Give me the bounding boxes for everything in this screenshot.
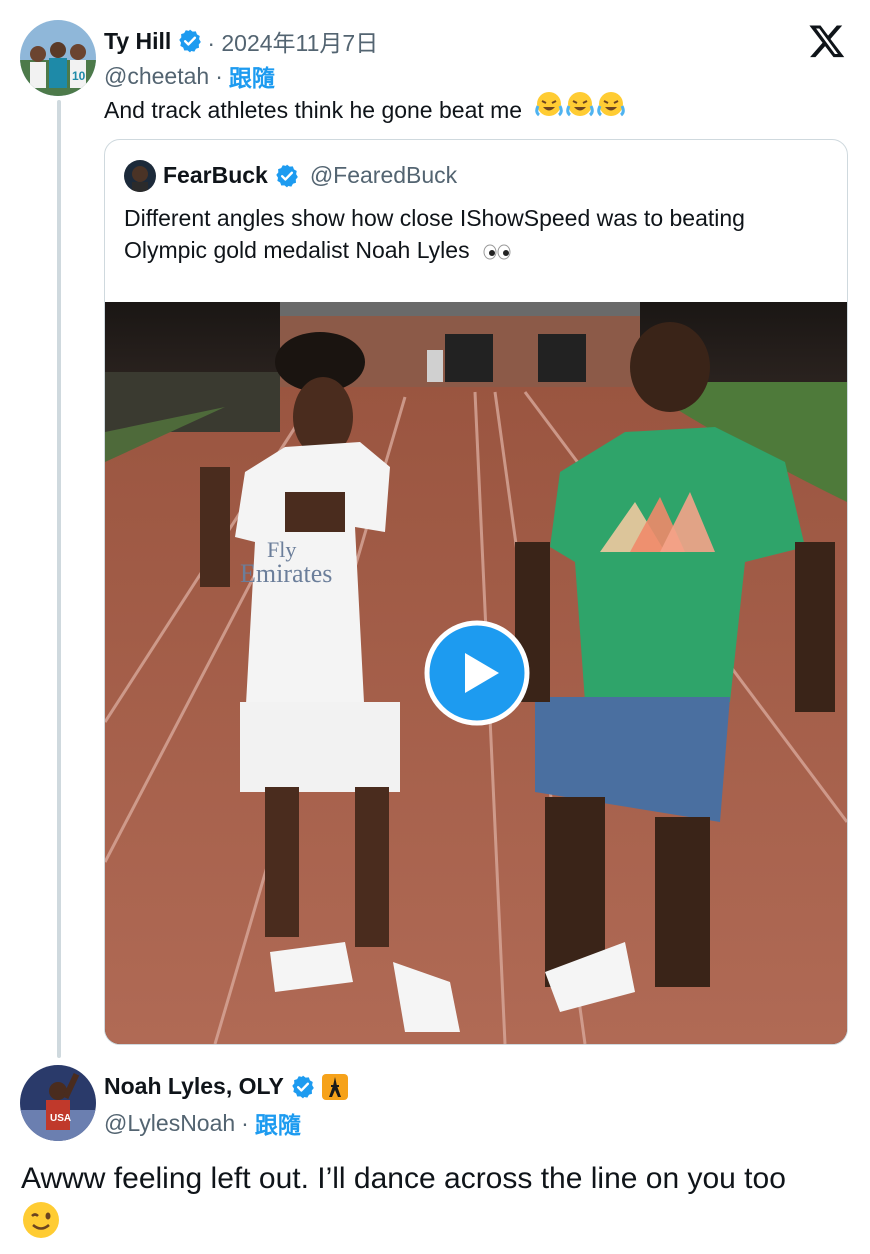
- verified-badge-icon: [290, 1074, 316, 1100]
- tweet-text: Awww feeling left out. I’ll dance across…: [21, 1162, 786, 1195]
- quote-author-handle[interactable]: @FearedBuck: [310, 162, 457, 189]
- tweet2-header: Noah Lyles, OLY: [104, 1073, 348, 1100]
- tweet1-body: And track athletes think he gone beat me: [104, 90, 627, 124]
- tweet2-handle-row: @LylesNoah · 跟隨: [104, 1106, 301, 1140]
- author-handle[interactable]: @LylesNoah: [104, 1110, 235, 1137]
- video-player[interactable]: Fly Emirates: [105, 302, 847, 1044]
- tweet1-header: Ty Hill · 2024年11月7日: [104, 24, 378, 58]
- quote-author-name[interactable]: FearBuck: [163, 162, 268, 189]
- play-icon: [424, 620, 530, 726]
- separator-dot: ·: [215, 62, 223, 89]
- author-name[interactable]: Noah Lyles, OLY: [104, 1073, 284, 1100]
- eiffel-tower-badge-icon: [321, 1073, 348, 1100]
- winking-face-icon: [21, 1200, 61, 1250]
- tweet-date[interactable]: · 2024年11月7日: [207, 24, 378, 58]
- x-logo-icon[interactable]: [808, 22, 846, 60]
- author-name[interactable]: Ty Hill: [104, 28, 171, 55]
- svg-text:10: 10: [72, 69, 86, 83]
- tweet2-body: Awww feeling left out. I’ll dance across…: [21, 1160, 851, 1250]
- tweet1-handle-row: @cheetah · 跟隨: [104, 59, 275, 93]
- jersey-text-2: Emirates: [240, 559, 332, 588]
- avatar-noah-lyles[interactable]: USA: [20, 1065, 96, 1141]
- verified-badge-icon: [177, 28, 203, 54]
- eyes-emoji-icon: [482, 236, 512, 268]
- quoted-tweet-card[interactable]: FearBuck @FearedBuck Different angles sh…: [104, 139, 848, 1045]
- verified-badge-icon: [274, 163, 300, 189]
- follow-button[interactable]: 跟隨: [229, 59, 275, 93]
- thread-connector-line: [57, 100, 61, 1058]
- quote-header: FearBuck @FearedBuck: [163, 162, 457, 189]
- play-button[interactable]: [423, 619, 531, 727]
- follow-button[interactable]: 跟隨: [255, 1106, 301, 1140]
- quote-text: Different angles show how close IShowSpe…: [124, 202, 824, 268]
- joy-emoji-icon: [534, 90, 627, 124]
- avatar-ty-hill[interactable]: 10: [20, 20, 96, 96]
- tweet-text: And track athletes think he gone beat me: [104, 97, 523, 123]
- avatar-fearbuck[interactable]: [124, 160, 156, 192]
- quote-text-line2: Olympic gold medalist Noah Lyles: [124, 237, 470, 263]
- quote-text-line1: Different angles show how close IShowSpe…: [124, 205, 745, 231]
- separator-dot: ·: [241, 1109, 249, 1136]
- svg-text:USA: USA: [50, 1113, 71, 1124]
- author-handle[interactable]: @cheetah: [104, 63, 209, 90]
